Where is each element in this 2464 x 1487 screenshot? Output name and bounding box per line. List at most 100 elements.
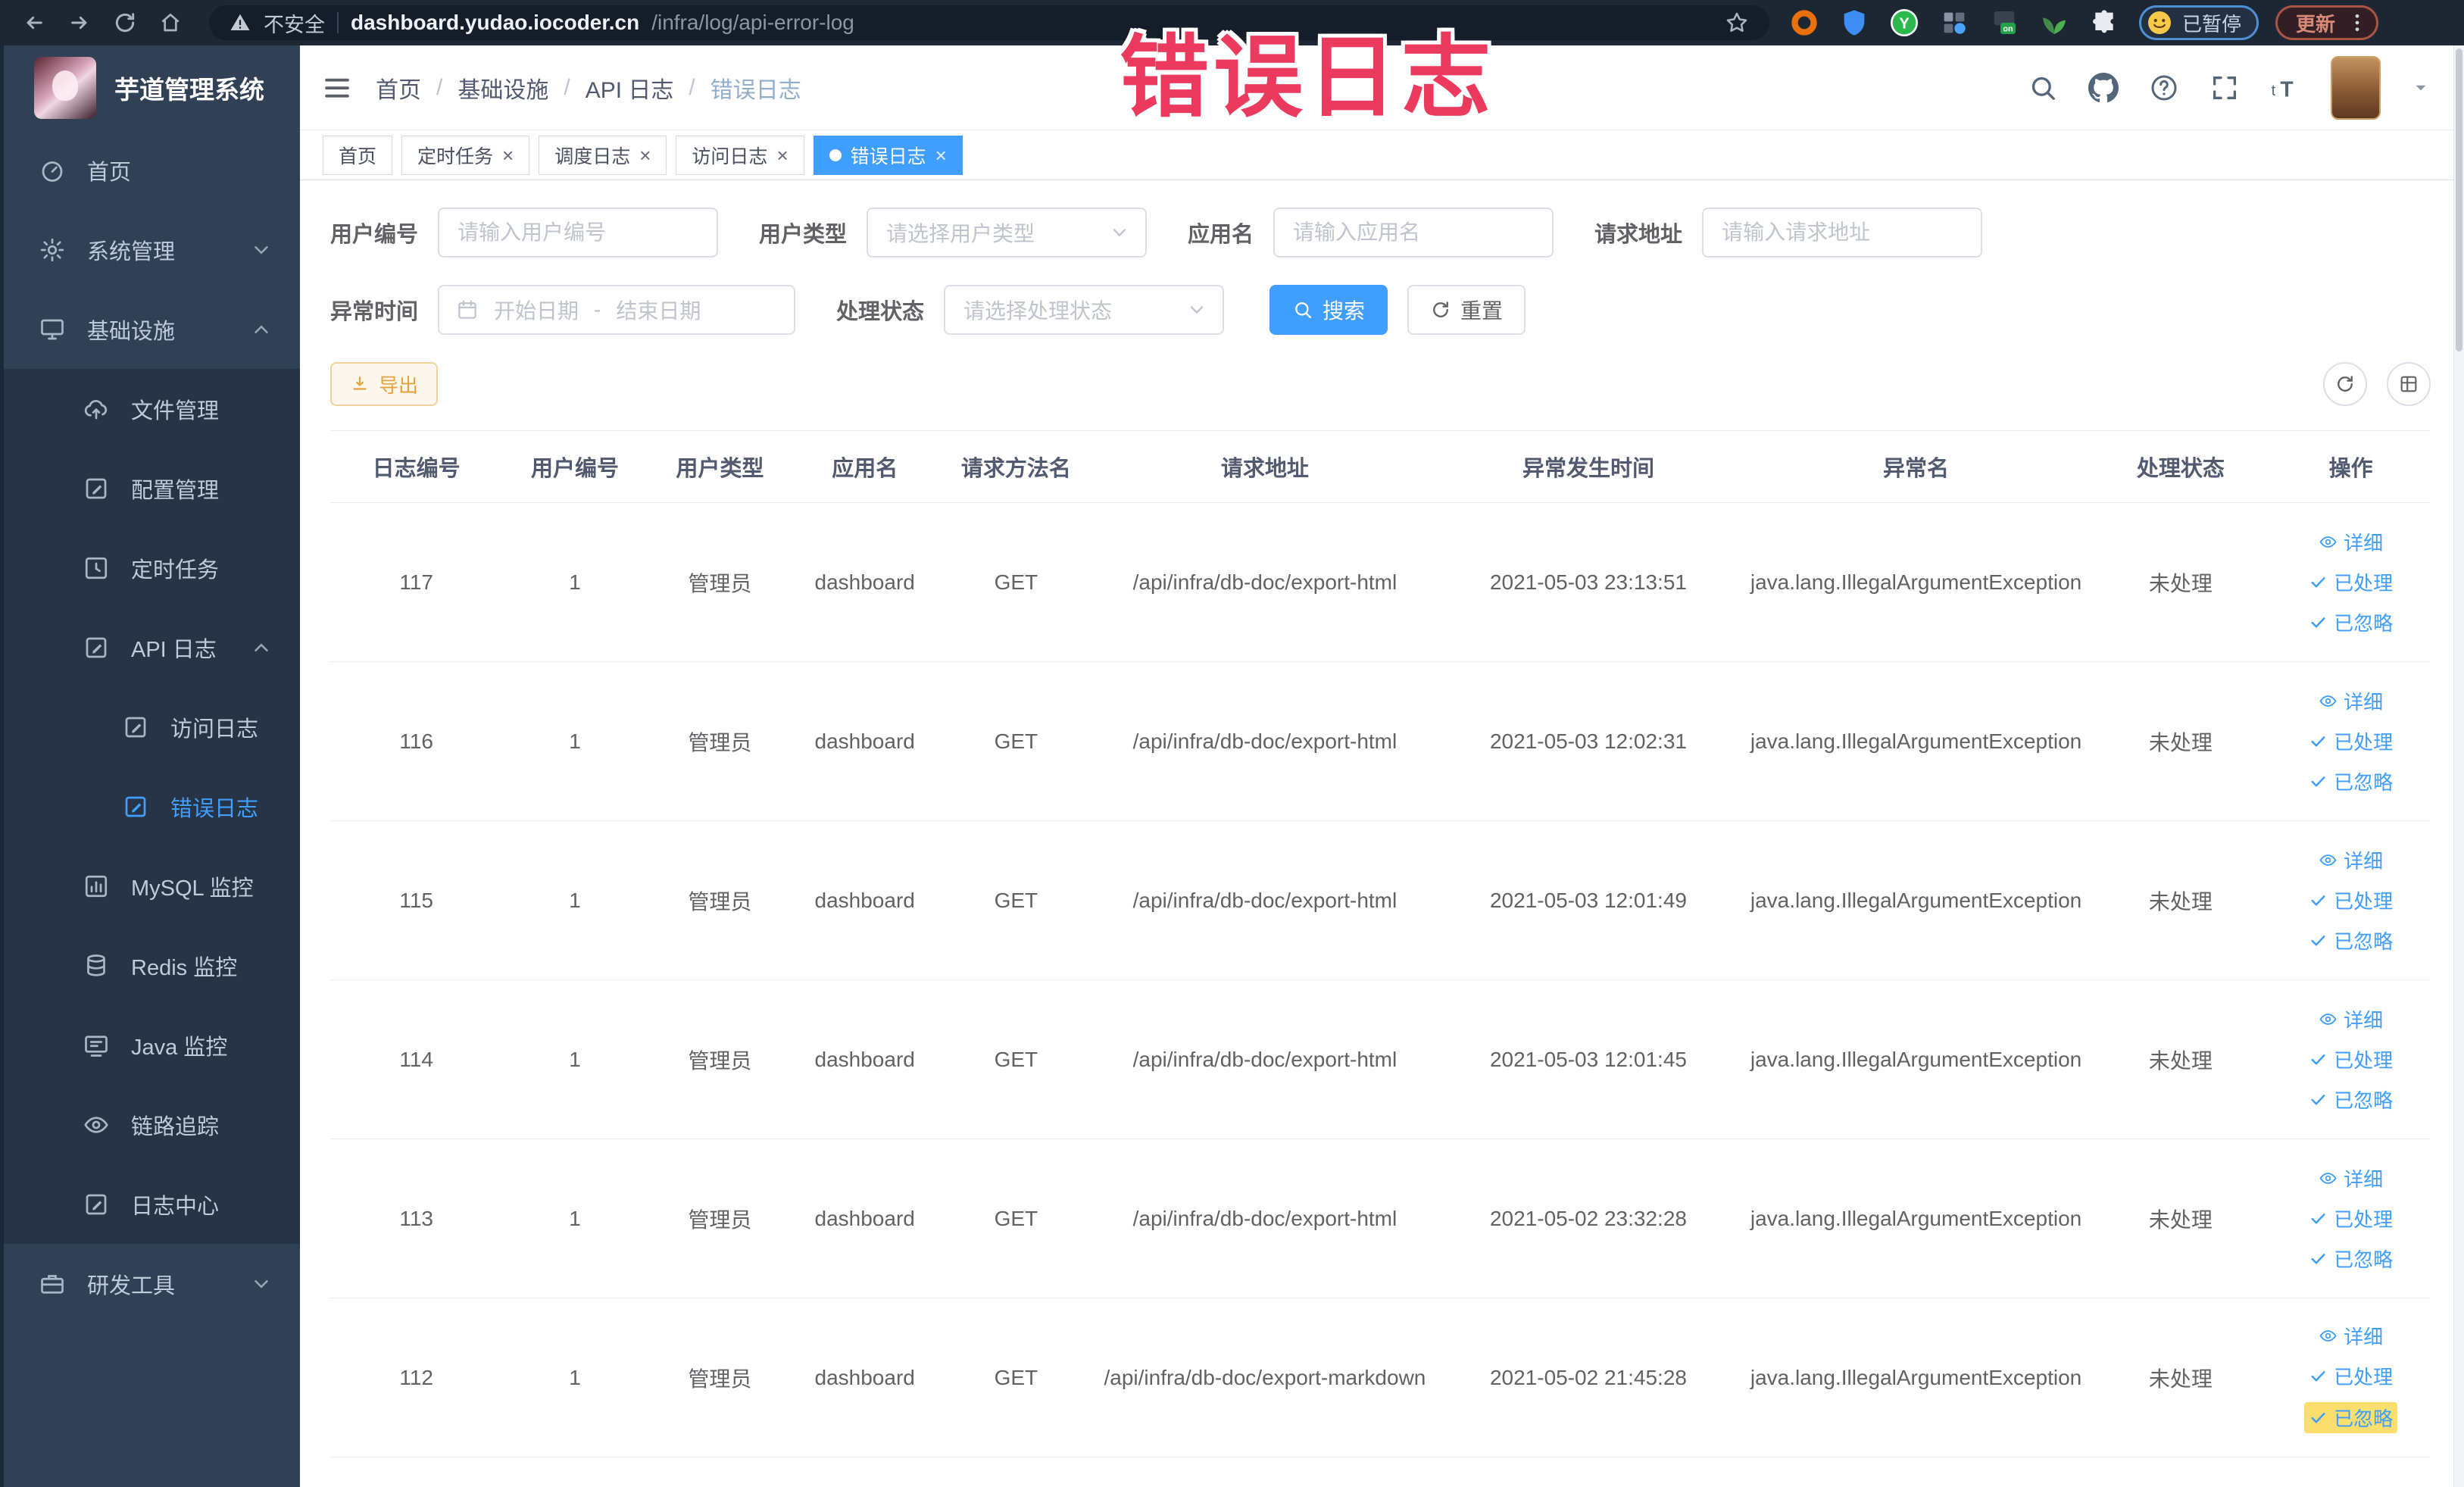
sidebar-item-log-center[interactable]: 日志中心: [4, 1164, 300, 1244]
extension-green-icon[interactable]: Y: [1889, 8, 1919, 38]
req-url-input[interactable]: [1702, 208, 1983, 258]
action-ignored[interactable]: 已忽略: [2309, 608, 2393, 636]
extensions-puzzle-icon[interactable]: [2089, 8, 2119, 38]
sidebar-item-java[interactable]: Java 监控: [4, 1005, 300, 1085]
eye-icon: [2319, 533, 2338, 551]
action-ignored[interactable]: 已忽略: [2309, 767, 2393, 795]
breadcrumb-separator: /: [564, 74, 570, 100]
extension-orange-icon[interactable]: [1789, 8, 1819, 38]
search-icon[interactable]: [2028, 73, 2058, 103]
back-icon[interactable]: [17, 5, 52, 40]
sidebar-item-redis[interactable]: Redis 监控: [4, 926, 300, 1005]
user-avatar[interactable]: [2331, 55, 2381, 120]
sidebar-item-file[interactable]: 文件管理: [4, 369, 300, 448]
breadcrumb-item[interactable]: 首页: [376, 71, 421, 105]
action-ignored[interactable]: 已忽略: [2309, 926, 2393, 954]
address-bar[interactable]: 不安全 dashboard.yudao.iocoder.cn /infra/lo…: [209, 5, 1769, 40]
action-processed[interactable]: 已处理: [2309, 1204, 2393, 1232]
sidebar-item-error-log[interactable]: 错误日志: [4, 767, 300, 846]
cell-method: GET: [937, 502, 1095, 662]
active-tab-dot: [829, 148, 842, 161]
sidebar-item-job[interactable]: 定时任务: [4, 528, 300, 608]
action-detail[interactable]: 详细: [2319, 687, 2383, 715]
sidebar-item-infra[interactable]: 基础设施: [4, 289, 300, 369]
sidebar-item-mysql[interactable]: MySQL 监控: [4, 846, 300, 926]
dashboard-icon: [39, 157, 66, 184]
browser-update-button[interactable]: 更新: [2275, 5, 2379, 40]
action-processed[interactable]: 已处理: [2309, 1362, 2393, 1390]
action-detail[interactable]: 详细: [2319, 528, 2383, 556]
action-processed[interactable]: 已处理: [2309, 1045, 2393, 1073]
action-detail[interactable]: 详细: [2319, 1164, 2383, 1192]
sidebar-item-access-log[interactable]: 访问日志: [4, 687, 300, 767]
edit-note-icon: [83, 1191, 110, 1218]
status-select[interactable]: 请选择处理状态: [944, 285, 1225, 335]
extension-shield-icon[interactable]: [1839, 8, 1869, 38]
collapse-sidebar-icon[interactable]: [321, 72, 353, 104]
action-processed[interactable]: 已处理: [2309, 886, 2393, 914]
action-detail[interactable]: 详细: [2319, 1322, 2383, 1350]
breadcrumb-item[interactable]: 基础设施: [458, 71, 548, 105]
action-detail[interactable]: 详细: [2319, 846, 2383, 874]
error-time-daterange[interactable]: 开始日期 - 结束日期: [438, 285, 796, 335]
search-button[interactable]: 搜索: [1269, 285, 1388, 335]
page-scrollbar[interactable]: [2453, 45, 2464, 1487]
action-label: 已处理: [2334, 572, 2394, 595]
extension-on-badge-icon[interactable]: on: [1989, 8, 2019, 38]
fullscreen-icon[interactable]: [2209, 73, 2240, 103]
action-processed[interactable]: 已处理: [2309, 568, 2393, 596]
github-icon[interactable]: [2088, 72, 2119, 103]
browser-profile-chip[interactable]: 已暂停: [2139, 5, 2259, 40]
extension-leaf-icon[interactable]: [2039, 8, 2069, 38]
export-button[interactable]: 导出: [330, 362, 439, 406]
cell-url: /api/infra/db-doc/export-markdown: [1095, 1298, 1435, 1457]
refresh-button[interactable]: [2323, 362, 2367, 406]
reload-icon[interactable]: [108, 5, 142, 40]
sidebar-item-label: 访问日志: [170, 717, 259, 742]
sidebar-item-system[interactable]: 系统管理: [4, 210, 300, 289]
sidebar-item-devtools[interactable]: 研发工具: [4, 1244, 300, 1323]
sidebar-item-api-log[interactable]: API 日志: [4, 608, 300, 687]
close-tab-icon[interactable]: ×: [639, 145, 651, 165]
bookmark-star-icon[interactable]: [1724, 10, 1750, 36]
user-menu-caret-icon[interactable]: [2411, 78, 2431, 98]
cell-user_type: 管理员: [647, 820, 793, 980]
tab-home[interactable]: 首页: [323, 135, 393, 175]
app-name-input[interactable]: [1273, 208, 1554, 258]
tab-error-log[interactable]: 错误日志 ×: [813, 135, 963, 175]
filter-row-1: 用户编号 用户类型 请选择用户类型 应用名 请求地址: [330, 208, 2431, 258]
reset-button[interactable]: 重置: [1407, 285, 1526, 335]
user-id-input[interactable]: [438, 208, 719, 258]
sidebar-logo-row[interactable]: 芋道管理系统: [4, 45, 300, 130]
action-processed[interactable]: 已处理: [2309, 727, 2393, 755]
sidebar-item-home[interactable]: 首页: [4, 130, 300, 210]
app-shell: 芋道管理系统 首页 系统管理 基础设施 文件管理 配置管理 定时任务 API 日志 访问日志错…: [0, 45, 2464, 1487]
extension-grid-icon[interactable]: [1939, 8, 1969, 38]
scrollbar-thumb[interactable]: [2456, 48, 2462, 351]
forward-icon[interactable]: [62, 5, 97, 40]
tab-job-log[interactable]: 调度日志 ×: [539, 135, 667, 175]
breadcrumb-separator: /: [689, 74, 695, 100]
close-tab-icon[interactable]: ×: [502, 145, 514, 165]
sidebar-item-config[interactable]: 配置管理: [4, 448, 300, 528]
chevron-up-icon: [250, 318, 273, 341]
user-type-select[interactable]: 请选择用户类型: [867, 208, 1148, 258]
docs-help-icon[interactable]: [2149, 73, 2179, 103]
filter-group-app-name: 应用名: [1188, 208, 1554, 258]
filter-group-user-id: 用户编号: [330, 208, 719, 258]
action-detail[interactable]: 详细: [2319, 1005, 2383, 1033]
browser-menu-icon[interactable]: [2346, 11, 2369, 34]
column-settings-button[interactable]: [2387, 362, 2431, 406]
action-ignored[interactable]: 已忽略: [2309, 1245, 2393, 1273]
sidebar-item-trace[interactable]: 链路追踪: [4, 1085, 300, 1164]
cell-method: GET: [937, 979, 1095, 1139]
tab-job[interactable]: 定时任务 ×: [401, 135, 530, 175]
action-ignored[interactable]: 已忽略: [2309, 1086, 2393, 1114]
home-icon[interactable]: [153, 5, 188, 40]
breadcrumb-item[interactable]: API 日志: [586, 71, 674, 105]
action-ignored[interactable]: 已忽略: [2304, 1402, 2398, 1433]
close-tab-icon[interactable]: ×: [776, 145, 788, 165]
font-size-icon[interactable]: tT: [2270, 73, 2300, 103]
tab-access-log[interactable]: 访问日志 ×: [676, 135, 804, 175]
close-tab-icon[interactable]: ×: [935, 145, 947, 165]
